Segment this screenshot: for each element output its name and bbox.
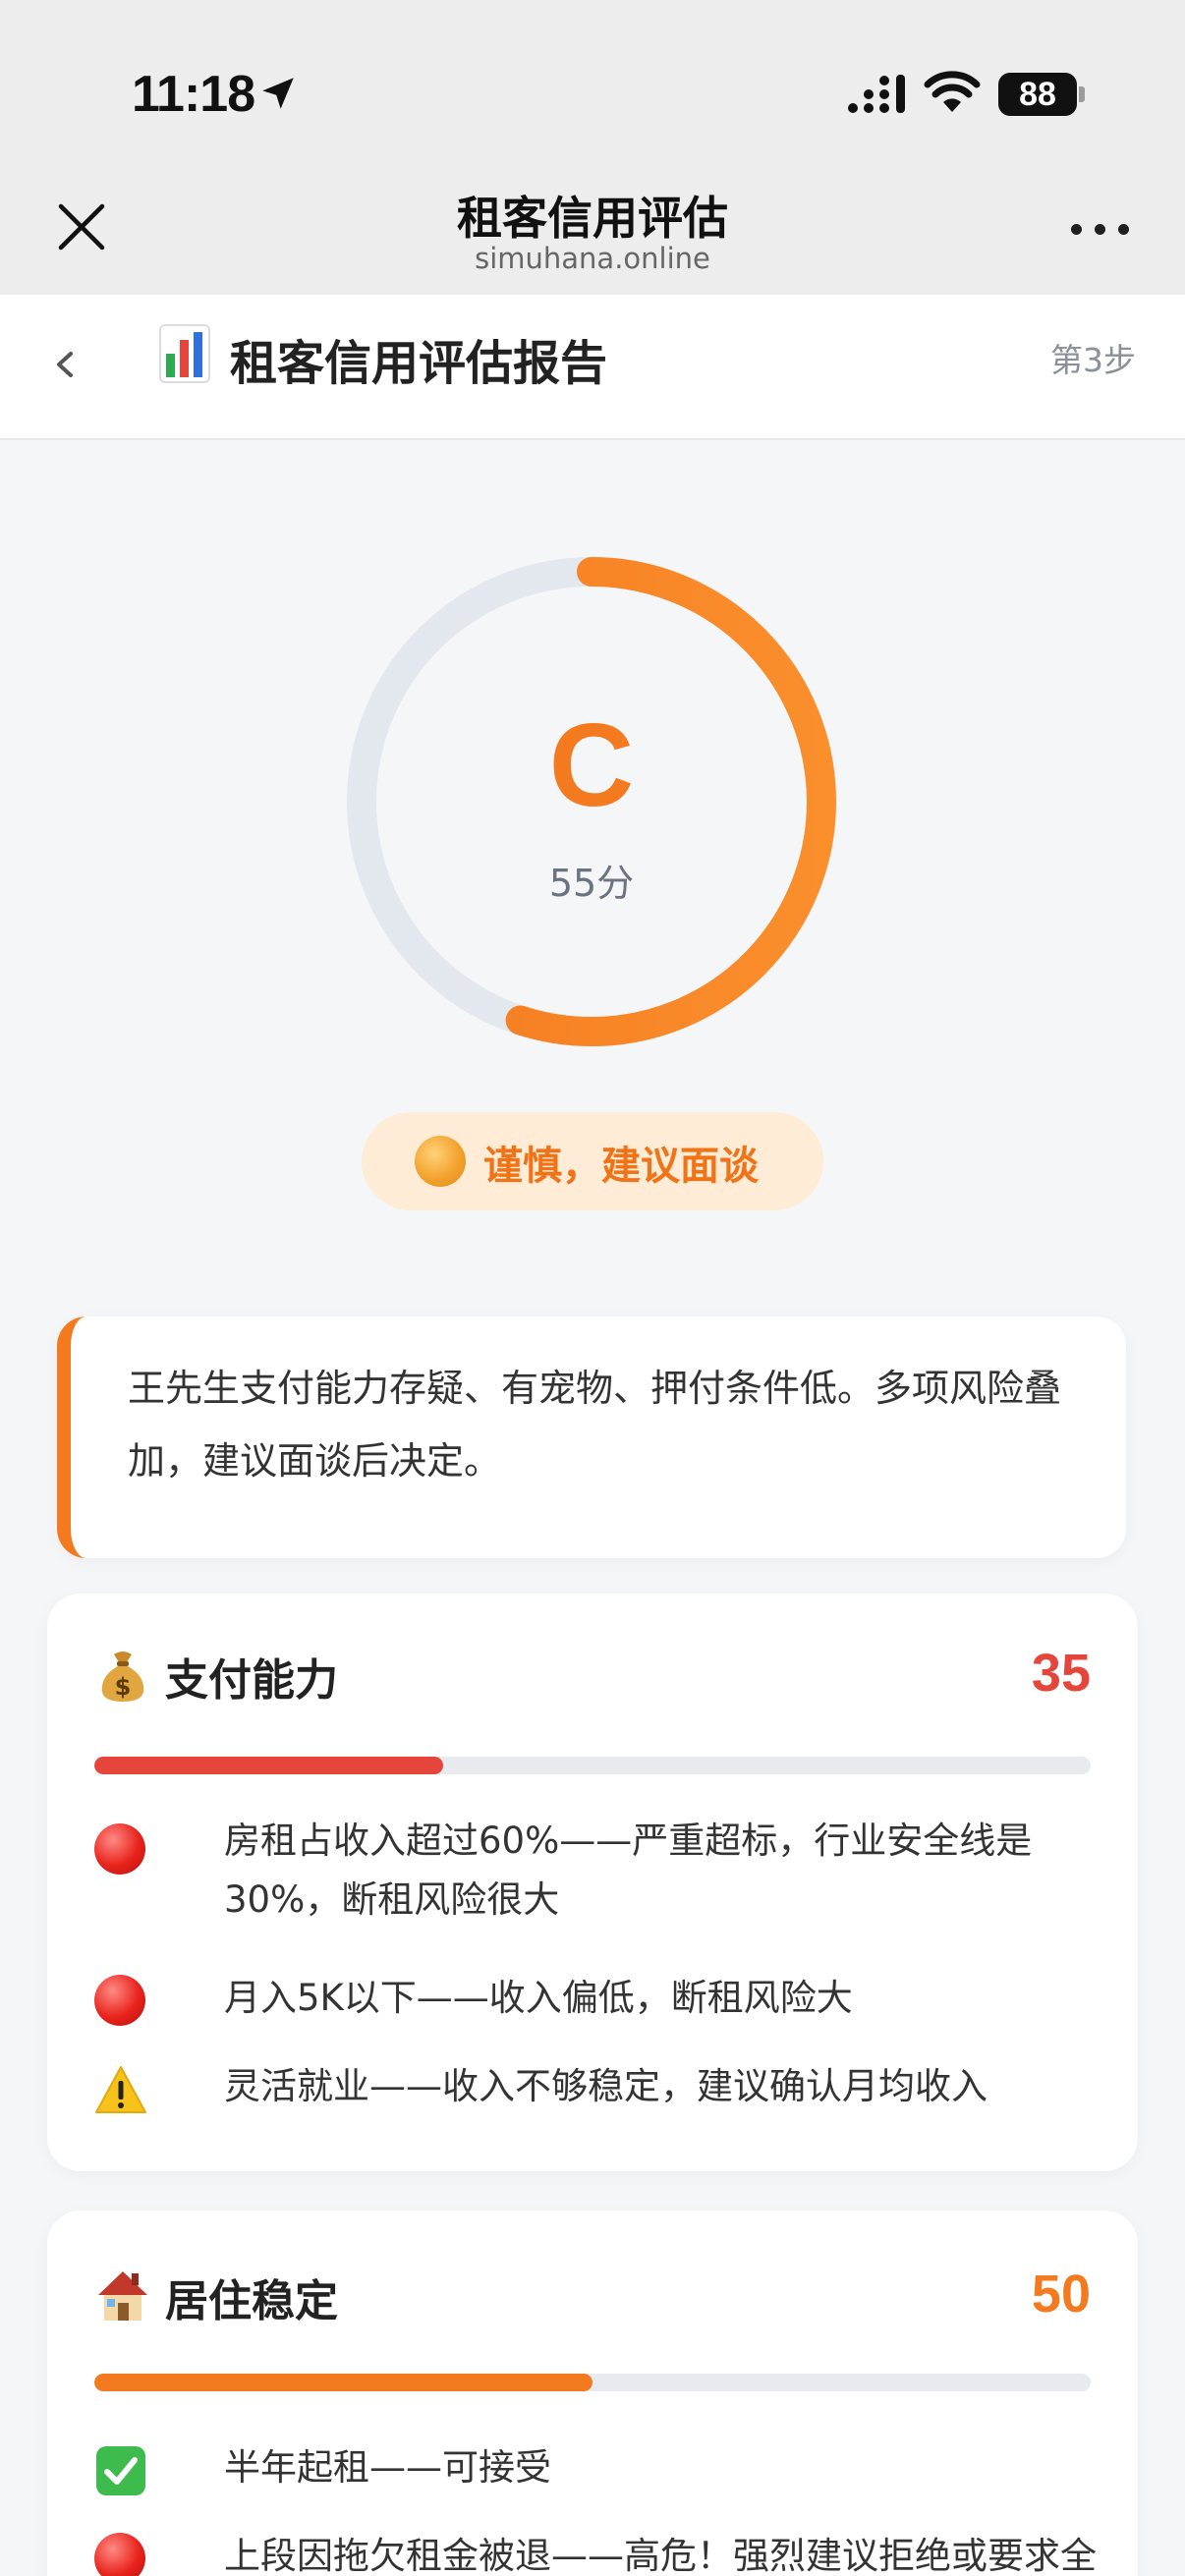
verdict-text: 谨慎，建议面谈 <box>483 1144 759 1189</box>
red-circle-icon <box>94 1975 145 2026</box>
webview-url: simuhana.online <box>475 242 710 275</box>
summary-card: 王先生支付能力存疑、有宠物、押付条件低。多项风险叠加，建议面谈后决定。 <box>57 1316 1126 1558</box>
red-circle-icon <box>94 1823 145 1875</box>
score-bar-fill <box>94 2374 592 2391</box>
item-text: 灵活就业——收入不够稳定，建议确认月均收入 <box>224 2065 988 2107</box>
item-text: 月入5K以下——收入偏低，断租风险大 <box>224 1977 853 2019</box>
webview-header: 11:18 88 租客信用评估 simuhana.online <box>0 0 1185 295</box>
score-bar-track <box>94 2374 1091 2391</box>
check-icon <box>96 2446 145 2495</box>
section-card-payment: $ 支付能力 35 房租占收入超过60%——严重超标，行业安全线是30%，断租风… <box>47 1594 1138 2171</box>
section-score: 50 <box>1031 2265 1091 2324</box>
battery-cap <box>1079 86 1085 102</box>
bar-chart-icon <box>159 324 210 383</box>
orange-circle-icon <box>415 1136 466 1187</box>
item-text: 房租占收入超过60%——严重超标，行业安全线是30%，断租风险很大 <box>224 1820 1033 1921</box>
status-time: 11:18 <box>132 66 255 123</box>
wifi-icon <box>924 71 981 112</box>
location-arrow-icon <box>262 78 294 109</box>
item-text: 半年起租——可接受 <box>224 2446 551 2489</box>
more-options-icon[interactable] <box>1071 222 1130 238</box>
back-chevron-icon[interactable] <box>51 340 79 389</box>
warning-icon <box>95 2066 146 2113</box>
step-indicator: 第3步 <box>1050 341 1136 379</box>
verdict-badge: 谨慎，建议面谈 <box>362 1112 823 1210</box>
webview-title: 租客信用评估 <box>457 192 728 245</box>
page-header: 租客信用评估报告 第3步 <box>0 295 1185 440</box>
page-title: 租客信用评估报告 <box>230 336 608 391</box>
credit-grade: C <box>548 700 635 831</box>
money-bag-icon: $ <box>101 1652 144 1702</box>
svg-text:$: $ <box>115 1673 132 1701</box>
cellular-signal-icon <box>848 75 905 113</box>
section-card-residence: 居住稳定 50 半年起租——可接受 上段因拖欠租金被退——高危！强烈建议拒绝或要… <box>47 2211 1138 2576</box>
section-title: 居住稳定 <box>165 2276 338 2326</box>
section-title: 支付能力 <box>165 1655 338 1706</box>
house-icon <box>98 2271 147 2321</box>
item-text: 上段因拖欠租金被退——高危！强烈建议拒绝或要求全 <box>224 2535 1097 2576</box>
section-score: 35 <box>1031 1644 1091 1703</box>
battery-indicator: 88 <box>998 73 1077 116</box>
red-circle-icon <box>94 2533 145 2576</box>
summary-text: 王先生支付能力存疑、有宠物、押付条件低。多项风险叠加，建议面谈后决定。 <box>128 1367 1062 1483</box>
credit-score: 55分 <box>548 862 635 905</box>
score-bar-track <box>94 1757 1091 1774</box>
score-bar-fill <box>94 1757 443 1774</box>
